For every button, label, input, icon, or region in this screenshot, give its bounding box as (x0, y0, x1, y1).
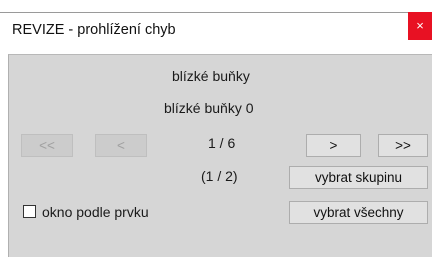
close-icon: × (416, 18, 424, 33)
dialog-body: blízké buňky blízké buňky 0 << < 1 / 6 >… (8, 54, 432, 257)
last-button[interactable]: >> (378, 134, 428, 157)
dialog-window: REVIZE - prohlížení chyb × blízké buňky … (0, 0, 432, 257)
window-top-strip (0, 0, 432, 12)
select-group-button[interactable]: vybrat skupinu (289, 166, 428, 189)
subheading-label: blízké buňky 0 (164, 100, 254, 116)
page-counter: 1 / 6 (208, 135, 236, 151)
next-button[interactable]: > (306, 134, 361, 157)
first-button[interactable]: << (21, 134, 73, 157)
select-all-button[interactable]: vybrat všechny (289, 201, 428, 224)
close-button[interactable]: × (408, 12, 432, 40)
window-title: REVIZE - prohlížení chyb (12, 22, 176, 38)
title-bar[interactable]: REVIZE - prohlížení chyb (0, 12, 432, 54)
prev-button[interactable]: < (95, 134, 147, 157)
element-window-checkbox-label[interactable]: okno podle prvku (42, 204, 149, 220)
group-counter: (1 / 2) (201, 168, 238, 184)
heading-label: blízké buňky (172, 68, 250, 84)
element-window-checkbox[interactable] (23, 205, 36, 218)
